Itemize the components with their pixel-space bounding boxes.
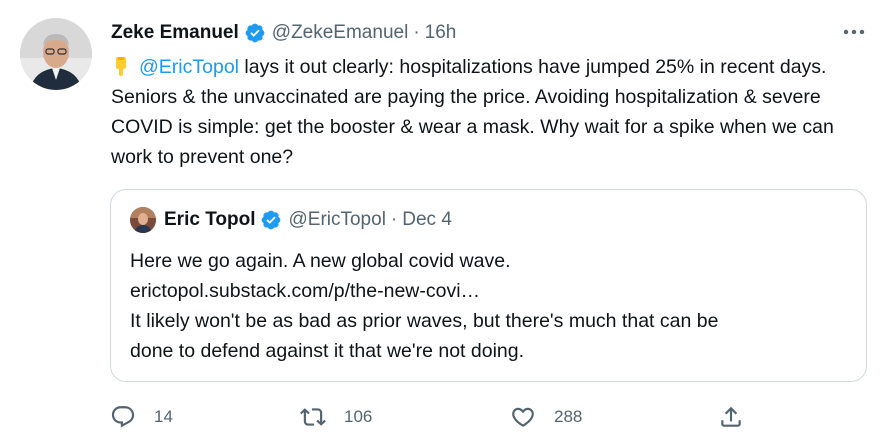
- action-bar: 14 106 288: [110, 400, 750, 434]
- quoted-text-line: Here we go again. A new global covid wav…: [130, 250, 511, 272]
- separator-dot: ·: [413, 22, 420, 43]
- tweet-timestamp[interactable]: 16h: [425, 22, 457, 44]
- quoted-author-name: Eric Topol: [164, 209, 256, 230]
- tweet-header: Zeke Emanuel @ZekeEmanuel · 16h: [111, 20, 456, 46]
- retweet-icon: [300, 408, 326, 426]
- separator-dot: ·: [390, 209, 398, 230]
- quoted-text-line: It likely won't be as bad as prior waves…: [130, 310, 719, 332]
- like-button[interactable]: 288: [510, 400, 582, 434]
- retweet-button[interactable]: 106: [300, 400, 372, 434]
- verified-icon: [244, 22, 266, 44]
- author-avatar-image: [20, 18, 92, 90]
- author-handle[interactable]: @ZekeEmanuel: [272, 22, 409, 44]
- author-name[interactable]: Zeke Emanuel: [111, 22, 239, 44]
- quoted-link[interactable]: erictopol.substack.com/p/the-new-covi…: [130, 276, 830, 306]
- quoted-author-avatar: [130, 207, 156, 233]
- quoted-tweet-date: Dec 4: [402, 209, 452, 230]
- reply-count: 14: [154, 407, 173, 426]
- share-icon: [721, 406, 741, 427]
- tweet-text: @EricTopol lays it out clearly: hospital…: [111, 52, 856, 172]
- share-button[interactable]: [718, 400, 744, 434]
- like-icon: [512, 407, 534, 427]
- verified-icon: [260, 209, 282, 231]
- quoted-text-line: done to defend against it that we're not…: [130, 340, 525, 362]
- more-button[interactable]: [840, 22, 868, 42]
- quoted-tweet[interactable]: Eric Topol @EricTopol · Dec 4 Here we go…: [110, 189, 867, 382]
- reply-button[interactable]: 14: [110, 400, 173, 434]
- retweet-count: 106: [344, 407, 373, 426]
- more-icon: [843, 29, 865, 35]
- pointing-down-emoji: [116, 57, 126, 76]
- quoted-tweet-header: Eric Topol @EricTopol · Dec 4: [130, 207, 452, 233]
- quoted-tweet-text: Here we go again. A new global covid wav…: [130, 246, 830, 366]
- like-count: 288: [554, 407, 583, 426]
- reply-icon: [111, 406, 135, 428]
- quoted-author-handle: @EricTopol: [288, 209, 386, 230]
- mention-link[interactable]: @EricTopol: [139, 56, 239, 78]
- author-avatar[interactable]: [20, 18, 92, 90]
